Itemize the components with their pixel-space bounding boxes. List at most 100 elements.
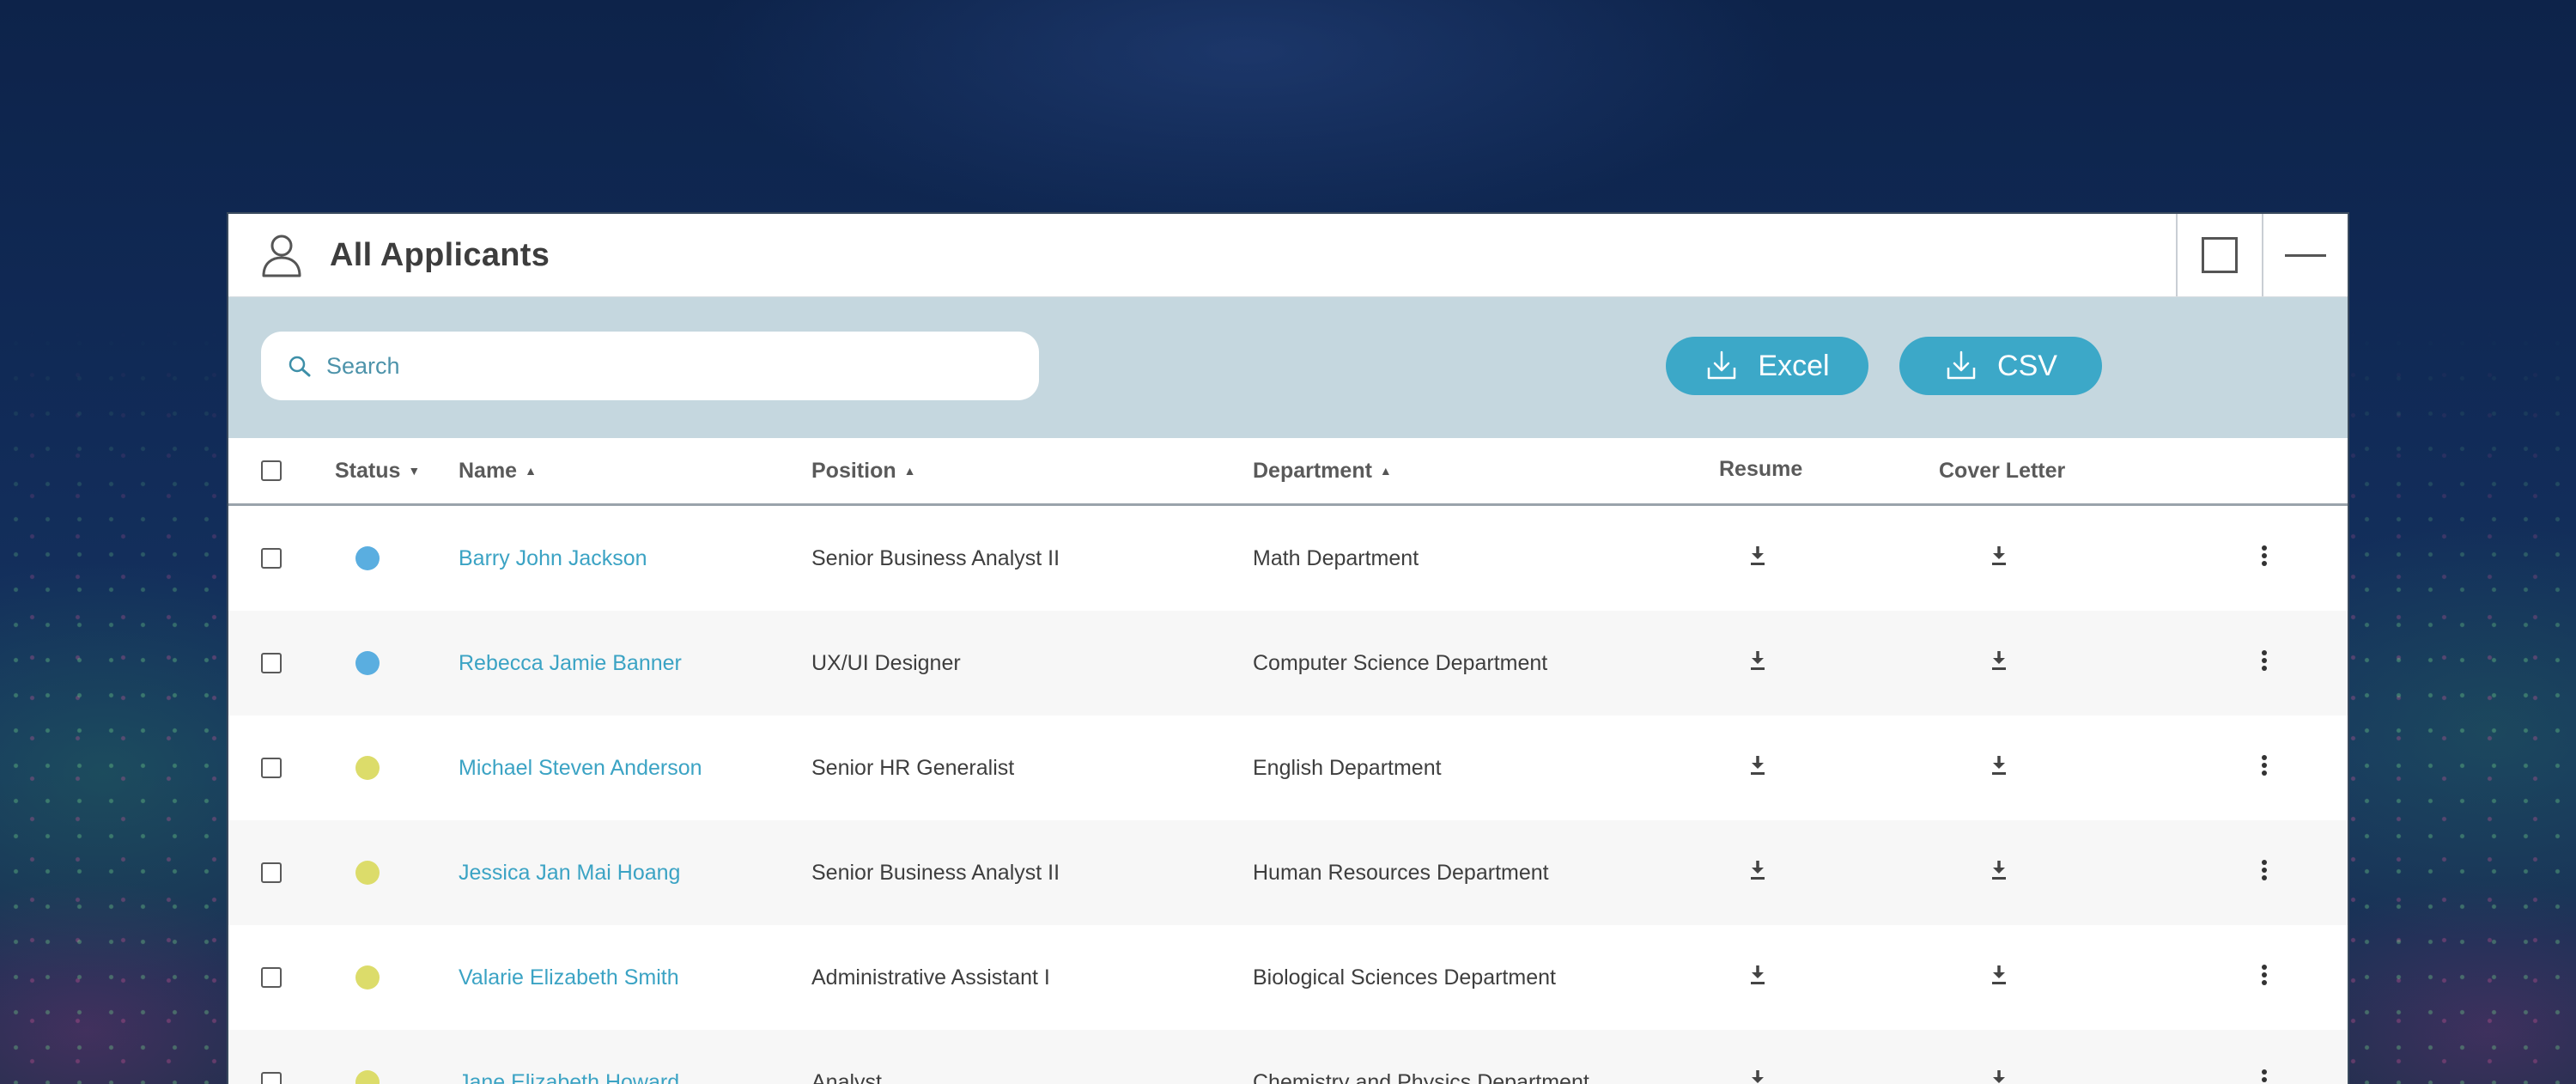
row-checkbox[interactable] (261, 548, 282, 569)
position-header[interactable]: Position ▲ (811, 438, 915, 503)
download-icon (1990, 964, 2008, 992)
position-cell: Senior Business Analyst II (811, 545, 1060, 570)
resume-download-button[interactable] (1748, 1030, 1767, 1084)
applicant-name-link[interactable]: Barry John Jackson (459, 506, 647, 611)
download-icon (1990, 649, 2008, 678)
search-icon (289, 356, 311, 377)
department-cell: Computer Science Department (1253, 650, 1548, 675)
resume-download-button[interactable] (1748, 925, 1767, 1030)
sort-up-icon: ▲ (525, 464, 537, 478)
row-menu-button[interactable] (2260, 1030, 2269, 1084)
position-header-label: Position (811, 458, 896, 483)
maximize-icon (2202, 237, 2238, 273)
row-checkbox[interactable] (261, 967, 282, 988)
status-cell (355, 716, 380, 820)
export-excel-button[interactable]: Excel (1666, 337, 1868, 395)
toolbar: Excel CSV (228, 297, 2348, 438)
applicants-table: Status ▼ Name ▲ Position ▲ Department ▲ Resu… (228, 438, 2348, 1084)
sort-up-icon: ▲ (903, 464, 916, 478)
cover-letter-download-button[interactable] (1990, 611, 2008, 716)
row-menu-button[interactable] (2260, 506, 2269, 611)
select-all-checkbox[interactable] (261, 460, 282, 481)
status-dot-icon (355, 546, 380, 570)
more-vertical-icon (2260, 964, 2269, 992)
status-dot-icon (355, 1070, 380, 1084)
status-dot-icon (355, 651, 380, 675)
minimize-button[interactable] (2262, 214, 2348, 296)
status-cell (355, 611, 380, 716)
position-cell: Senior HR Generalist (811, 755, 1015, 780)
row-checkbox[interactable] (261, 758, 282, 778)
position-cell: Senior Business Analyst II (811, 860, 1060, 885)
resume-download-button[interactable] (1748, 820, 1767, 925)
cover-letter-header: Cover Letter (1939, 438, 2065, 503)
row-menu-button[interactable] (2260, 716, 2269, 820)
row-checkbox[interactable] (261, 862, 282, 883)
download-icon (1990, 545, 2008, 573)
applicants-window: All Applicants Excel CSV (227, 212, 2349, 1084)
cover-letter-download-button[interactable] (1990, 1030, 2008, 1084)
download-icon (1990, 859, 2008, 887)
table-row: Rebecca Jamie Banner UX/UI Designer Comput… (228, 611, 2348, 716)
cover-letter-download-button[interactable] (1990, 925, 2008, 1030)
row-menu-button[interactable] (2260, 611, 2269, 716)
download-icon (1748, 964, 1767, 992)
resume-header-label: Resume (1719, 456, 1803, 481)
status-cell (355, 820, 380, 925)
row-checkbox[interactable] (261, 653, 282, 673)
status-cell (355, 1030, 380, 1084)
resume-download-button[interactable] (1748, 506, 1767, 611)
resume-download-button[interactable] (1748, 716, 1767, 820)
position-cell: Analyst (811, 1069, 882, 1084)
csv-label: CSV (1997, 349, 2057, 382)
department-header-label: Department (1253, 458, 1372, 483)
name-header-label: Name (459, 458, 518, 483)
table-body: Barry John Jackson Senior Business Analys… (228, 506, 2348, 1084)
table-row: Barry John Jackson Senior Business Analys… (228, 506, 2348, 611)
window-controls (2176, 214, 2348, 296)
resume-download-button[interactable] (1748, 611, 1767, 716)
name-header[interactable]: Name ▲ (459, 438, 537, 503)
sort-down-icon: ▼ (408, 464, 421, 478)
more-vertical-icon (2260, 859, 2269, 887)
applicant-name-link[interactable]: Rebecca Jamie Banner (459, 611, 682, 716)
status-dot-icon (355, 756, 380, 780)
applicant-name-link[interactable]: Valarie Elizabeth Smith (459, 925, 679, 1030)
applicant-name-link[interactable]: Jane Elizabeth Howard (459, 1030, 679, 1084)
department-cell: Chemistry and Physics Department (1253, 1069, 1589, 1084)
row-select-cell (261, 1030, 282, 1084)
resume-header: Resume (1719, 436, 1802, 502)
cover-letter-header-label: Cover Letter (1939, 458, 2066, 483)
department-cell: Biological Sciences Department (1253, 965, 1556, 990)
status-cell (355, 925, 380, 1030)
row-select-cell (261, 925, 282, 1030)
excel-label: Excel (1758, 349, 1830, 382)
download-icon (1748, 1069, 1767, 1084)
download-icon (1748, 649, 1767, 678)
cover-letter-download-button[interactable] (1990, 506, 2008, 611)
department-header[interactable]: Department ▲ (1253, 438, 1392, 503)
search-input[interactable] (325, 351, 929, 381)
applicant-name-link[interactable]: Jessica Jan Mai Hoang (459, 820, 680, 925)
row-checkbox[interactable] (261, 1072, 282, 1084)
applicant-name-link[interactable]: Michael Steven Anderson (459, 716, 702, 820)
maximize-button[interactable] (2176, 214, 2262, 296)
row-menu-button[interactable] (2260, 820, 2269, 925)
status-header[interactable]: Status ▼ (335, 438, 420, 503)
download-icon (1748, 545, 1767, 573)
download-icon (1947, 350, 1976, 380)
table-row: Valarie Elizabeth Smith Administrative As… (228, 925, 2348, 1030)
cover-letter-download-button[interactable] (1990, 820, 2008, 925)
position-cell: UX/UI Designer (811, 650, 961, 675)
minimize-icon (2285, 253, 2326, 257)
export-csv-button[interactable]: CSV (1899, 337, 2102, 395)
row-menu-button[interactable] (2260, 925, 2269, 1030)
row-select-cell (261, 716, 282, 820)
department-cell: Human Resources Department (1253, 860, 1549, 885)
cover-letter-download-button[interactable] (1990, 716, 2008, 820)
department-cell: Math Department (1253, 545, 1419, 570)
table-header: Status ▼ Name ▲ Position ▲ Department ▲ Resu… (228, 438, 2348, 506)
more-vertical-icon (2260, 1069, 2269, 1084)
select-all-cell (261, 438, 282, 503)
title-bar: All Applicants (228, 214, 2348, 297)
